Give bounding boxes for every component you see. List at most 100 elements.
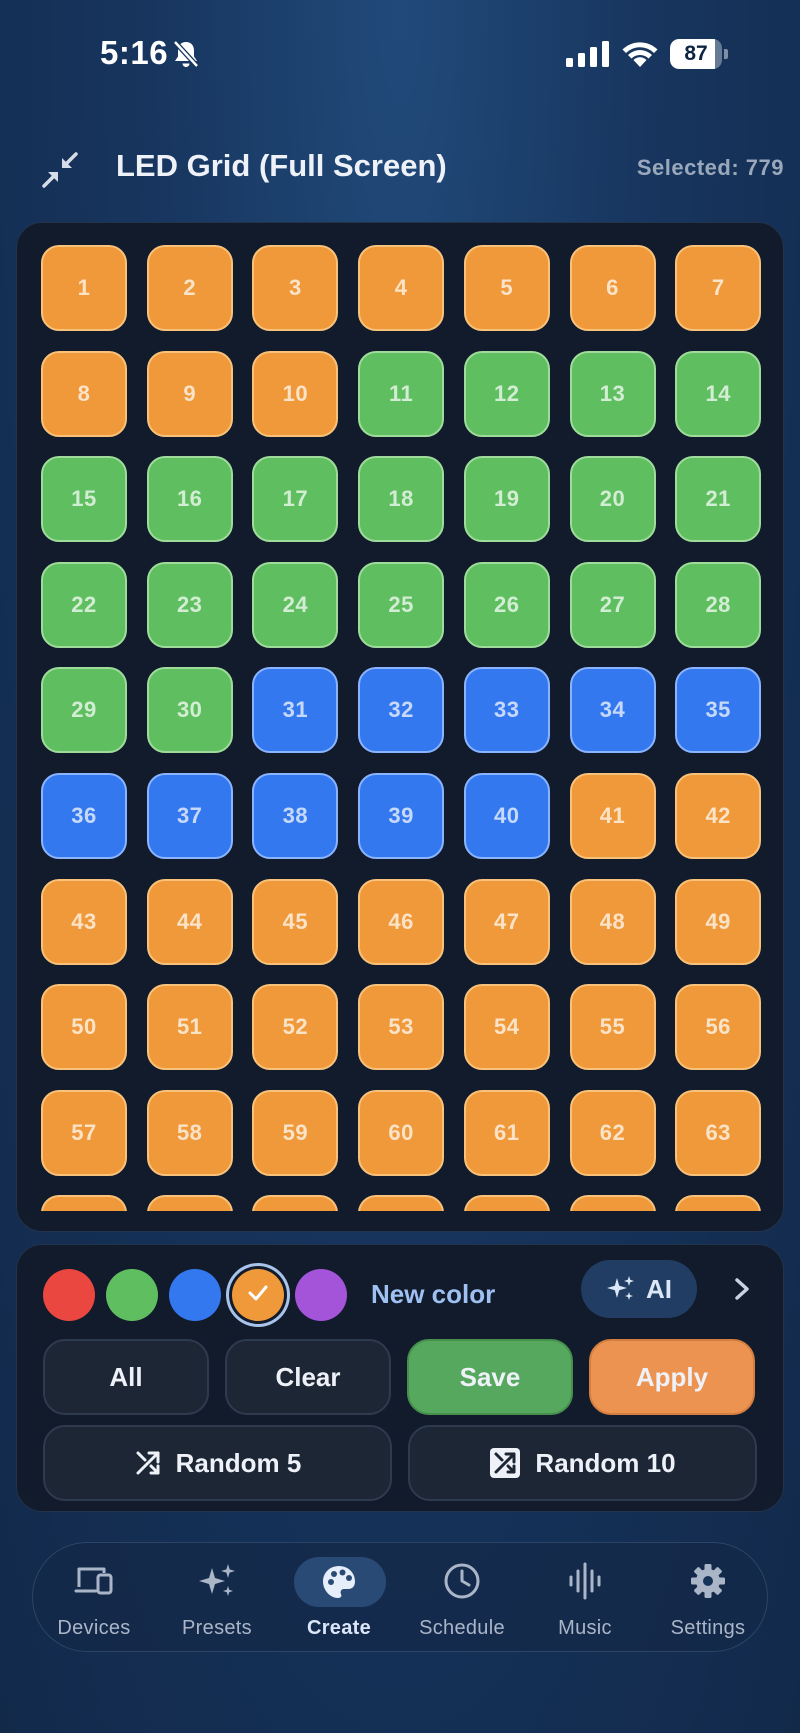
led-cell[interactable]: 1 <box>41 245 127 331</box>
led-cell[interactable]: 51 <box>146 984 233 1071</box>
color-swatch-orange[interactable] <box>232 1269 284 1321</box>
led-cell[interactable]: 23 <box>146 561 233 648</box>
led-cell[interactable]: 42 <box>675 773 762 859</box>
nav-devices-label: Devices <box>57 1617 131 1639</box>
led-cell[interactable]: 37 <box>146 773 233 859</box>
led-cell[interactable]: 52 <box>252 984 339 1071</box>
led-cell[interactable]: 60 <box>358 1089 445 1176</box>
led-cell[interactable]: 4 <box>358 245 445 331</box>
led-cell[interactable]: 17 <box>252 456 339 543</box>
page-title: LED Grid (Full Screen) <box>116 148 447 183</box>
nav-create-label: Create <box>306 1617 372 1639</box>
all-button[interactable]: All <box>43 1339 209 1415</box>
color-swatch-green[interactable] <box>106 1269 158 1321</box>
nav-music-label: Music <box>558 1617 612 1639</box>
led-cell-partial[interactable] <box>146 1195 233 1211</box>
led-cell[interactable]: 16 <box>146 456 233 543</box>
led-cell[interactable]: 61 <box>463 1089 550 1176</box>
led-cell[interactable]: 62 <box>569 1089 656 1176</box>
led-cell[interactable]: 18 <box>358 456 445 543</box>
led-cell[interactable]: 25 <box>358 561 445 648</box>
led-cell[interactable]: 59 <box>252 1089 339 1176</box>
led-cell[interactable]: 20 <box>569 456 656 543</box>
ai-button[interactable]: AI <box>581 1260 697 1318</box>
chevron-right-icon[interactable] <box>729 1275 755 1303</box>
led-cell[interactable]: 44 <box>146 878 233 965</box>
nav-settings[interactable]: Settings <box>647 1543 769 1653</box>
wifi-icon <box>622 42 658 67</box>
led-cell[interactable]: 46 <box>358 878 445 965</box>
led-cell[interactable]: 3 <box>252 245 339 331</box>
led-cell[interactable]: 11 <box>358 350 445 437</box>
led-cell[interactable]: 27 <box>569 561 656 648</box>
led-cell[interactable]: 38 <box>252 773 339 859</box>
led-cell[interactable]: 35 <box>675 667 762 754</box>
nav-music[interactable]: Music <box>524 1543 646 1653</box>
led-cell[interactable]: 30 <box>146 667 233 754</box>
led-cell-partial[interactable] <box>675 1195 762 1211</box>
nav-devices[interactable]: Devices <box>33 1543 155 1653</box>
led-cell[interactable]: 33 <box>463 667 550 754</box>
led-cell[interactable]: 9 <box>146 350 233 437</box>
nav-presets[interactable]: Presets <box>156 1543 278 1653</box>
clear-button[interactable]: Clear <box>225 1339 391 1415</box>
led-cell[interactable]: 32 <box>358 667 445 754</box>
save-button[interactable]: Save <box>407 1339 573 1415</box>
led-cell[interactable]: 31 <box>252 667 339 754</box>
led-cell[interactable]: 50 <box>41 984 127 1071</box>
led-cell[interactable]: 12 <box>463 350 550 437</box>
led-cell[interactable]: 57 <box>41 1089 127 1176</box>
led-cell-partial[interactable] <box>41 1195 127 1211</box>
led-cell[interactable]: 21 <box>675 456 762 543</box>
new-color-button[interactable]: New color <box>371 1279 495 1310</box>
led-cell[interactable]: 45 <box>252 878 339 965</box>
led-cell[interactable]: 49 <box>675 878 762 965</box>
exit-fullscreen-icon[interactable] <box>38 148 82 192</box>
led-cell[interactable]: 15 <box>41 456 127 543</box>
led-cell[interactable]: 41 <box>569 773 656 859</box>
nav-create[interactable]: Create <box>278 1543 400 1653</box>
led-cell-partial[interactable] <box>569 1195 656 1211</box>
led-cell[interactable]: 6 <box>569 245 656 331</box>
led-cell[interactable]: 39 <box>358 773 445 859</box>
nav-settings-label: Settings <box>670 1617 746 1639</box>
led-cell[interactable]: 22 <box>41 561 127 648</box>
led-cell[interactable]: 7 <box>675 245 762 331</box>
random-5-button[interactable]: Random 5 <box>43 1425 392 1501</box>
led-cell[interactable]: 29 <box>41 667 127 754</box>
led-cell[interactable]: 2 <box>146 245 233 331</box>
led-cell[interactable]: 34 <box>569 667 656 754</box>
gear-icon <box>691 1564 725 1598</box>
led-cell-partial[interactable] <box>463 1195 550 1211</box>
led-cell[interactable]: 13 <box>569 350 656 437</box>
led-cell[interactable]: 5 <box>463 245 550 331</box>
random-10-button[interactable]: Random 10 <box>408 1425 757 1501</box>
led-cell[interactable]: 63 <box>675 1089 762 1176</box>
led-cell[interactable]: 26 <box>463 561 550 648</box>
ai-label: AI <box>646 1273 672 1304</box>
led-cell[interactable]: 48 <box>569 878 656 965</box>
led-cell[interactable]: 43 <box>41 878 127 965</box>
led-cell[interactable]: 36 <box>41 773 127 859</box>
led-cell[interactable]: 54 <box>463 984 550 1071</box>
led-cell[interactable]: 53 <box>358 984 445 1071</box>
led-cell-partial[interactable] <box>358 1195 445 1211</box>
led-cell[interactable]: 28 <box>675 561 762 648</box>
led-cell-partial[interactable] <box>252 1195 339 1211</box>
color-swatch-red[interactable] <box>43 1269 95 1321</box>
color-swatch-purple[interactable] <box>295 1269 347 1321</box>
led-cell[interactable]: 24 <box>252 561 339 648</box>
nav-schedule[interactable]: Schedule <box>401 1543 523 1653</box>
led-cell[interactable]: 56 <box>675 984 762 1071</box>
led-cell[interactable]: 40 <box>463 773 550 859</box>
led-cell[interactable]: 19 <box>463 456 550 543</box>
led-grid[interactable]: 1 2 3 4 5 6 7 8 9 10 11 12 13 14 15 16 17 18 19 20 21 22 23 24 2… <box>17 223 783 1211</box>
led-cell[interactable]: 58 <box>146 1089 233 1176</box>
led-cell[interactable]: 10 <box>252 350 339 437</box>
led-cell[interactable]: 47 <box>463 878 550 965</box>
led-cell[interactable]: 55 <box>569 984 656 1071</box>
led-cell[interactable]: 14 <box>675 350 762 437</box>
color-swatch-blue[interactable] <box>169 1269 221 1321</box>
led-cell[interactable]: 8 <box>41 350 127 437</box>
apply-button[interactable]: Apply <box>589 1339 755 1415</box>
